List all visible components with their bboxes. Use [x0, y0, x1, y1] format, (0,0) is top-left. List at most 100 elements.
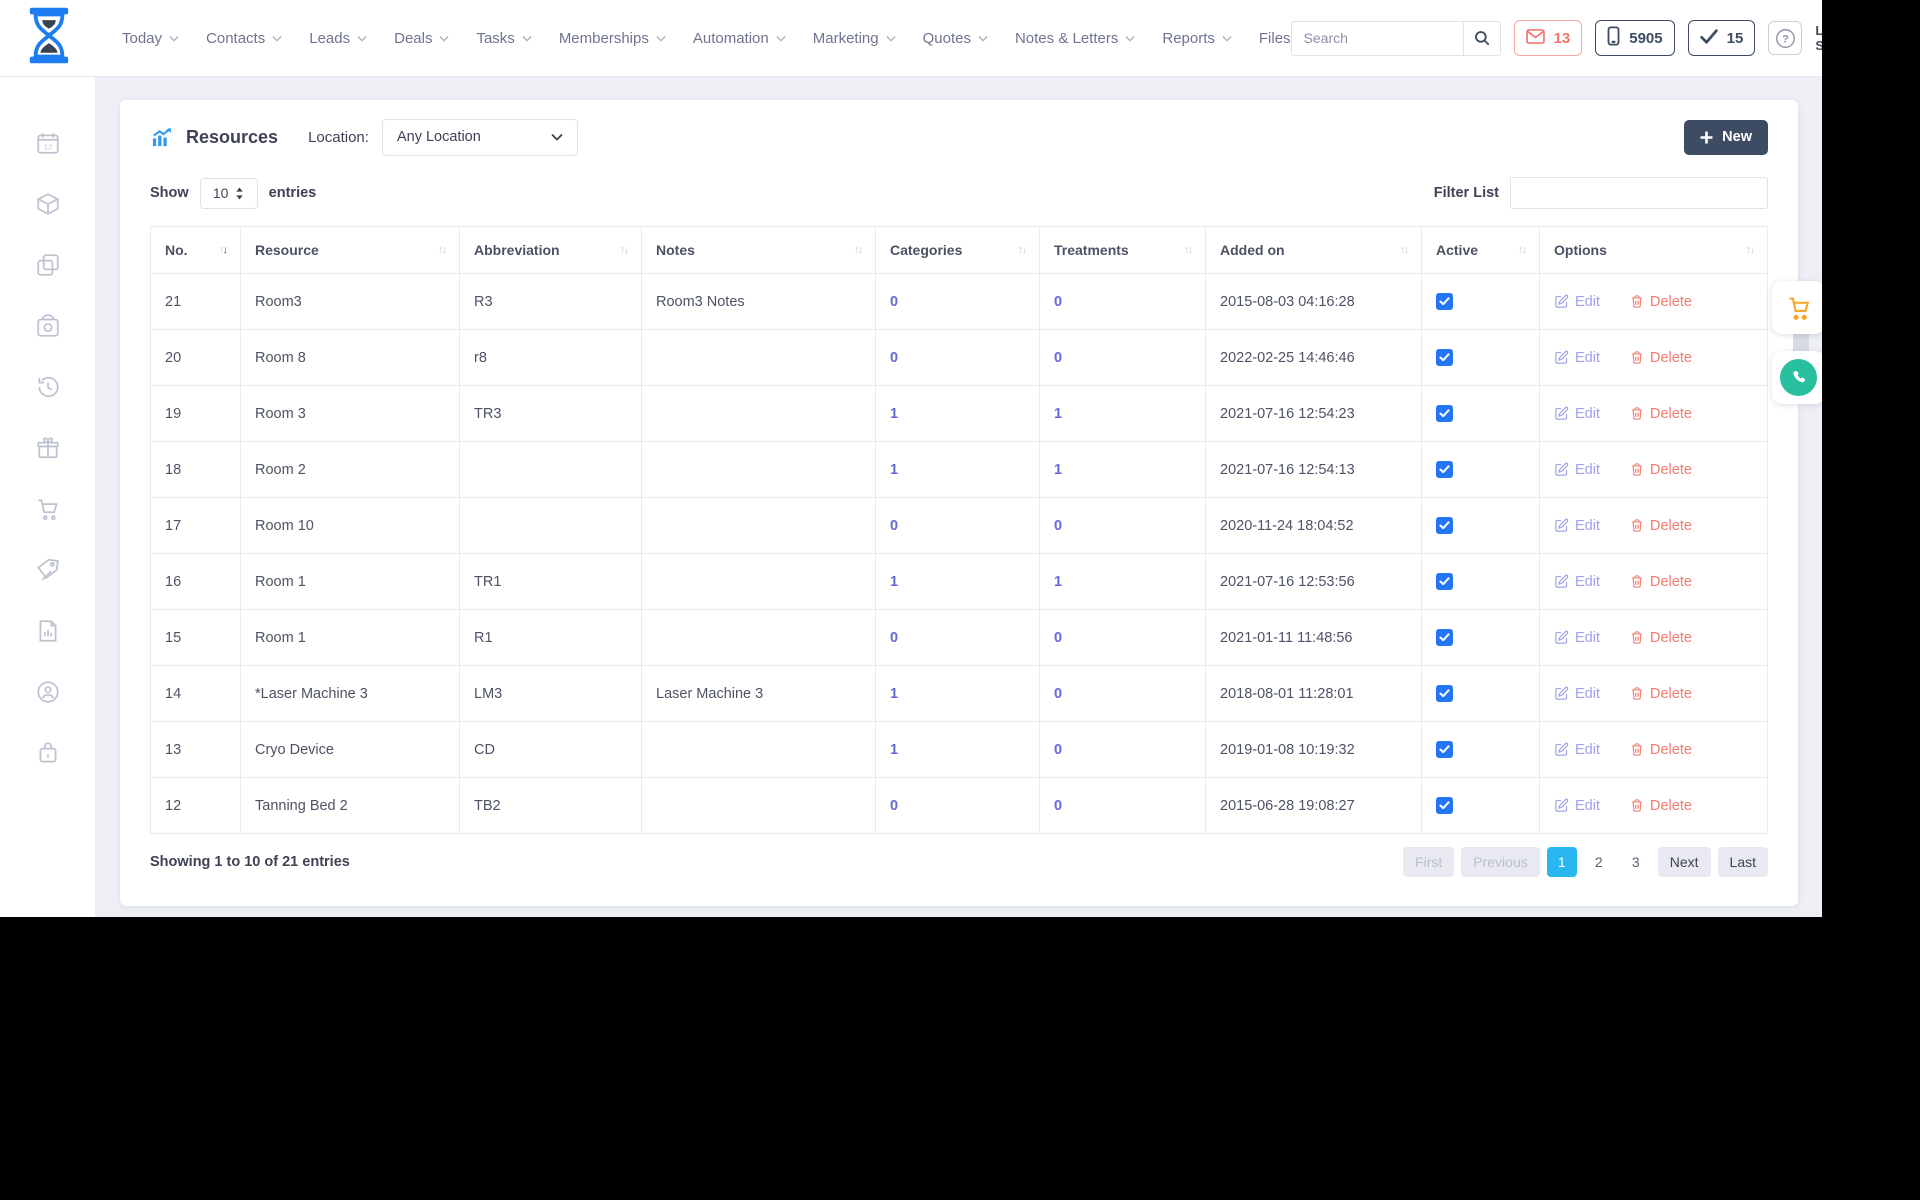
active-checkbox[interactable]: [1436, 629, 1453, 646]
search-input[interactable]: [1290, 20, 1463, 56]
pagination-last[interactable]: Last: [1717, 847, 1768, 877]
column-header-no-[interactable]: No. ↑↓: [150, 226, 241, 274]
delete-link[interactable]: Delete: [1630, 686, 1692, 702]
booking-camera-icon[interactable]: [35, 313, 61, 339]
treatments-count-link[interactable]: 0: [1054, 798, 1062, 814]
pagination-first[interactable]: First: [1403, 847, 1455, 877]
categories-count-link[interactable]: 0: [890, 518, 898, 534]
categories-count-link[interactable]: 1: [890, 686, 898, 702]
floating-whatsapp-button[interactable]: [1772, 351, 1822, 404]
edit-link[interactable]: Edit: [1554, 462, 1600, 478]
categories-count-link[interactable]: 0: [890, 294, 898, 310]
active-checkbox[interactable]: [1436, 517, 1453, 534]
active-checkbox[interactable]: [1436, 405, 1453, 422]
tasks-badge[interactable]: 15: [1687, 20, 1756, 56]
app-logo-hourglass-icon[interactable]: [26, 7, 72, 69]
floating-cart-button[interactable]: [1772, 281, 1822, 334]
active-checkbox[interactable]: [1436, 293, 1453, 310]
treatments-count-link[interactable]: 0: [1054, 350, 1062, 366]
delete-link[interactable]: Delete: [1630, 742, 1692, 758]
delete-link[interactable]: Delete: [1630, 630, 1692, 646]
categories-count-link[interactable]: 1: [890, 462, 898, 478]
lockbox-icon[interactable]: [35, 740, 61, 766]
edit-link[interactable]: Edit: [1554, 350, 1600, 366]
delete-link[interactable]: Delete: [1630, 350, 1692, 366]
active-checkbox[interactable]: [1436, 573, 1453, 590]
location-select[interactable]: Any Location: [381, 118, 578, 156]
nav-item-tasks[interactable]: Tasks: [476, 30, 532, 47]
filter-input[interactable]: [1510, 177, 1768, 209]
cube-icon[interactable]: [35, 191, 61, 217]
history-icon[interactable]: [35, 374, 61, 400]
nav-item-notes-letters[interactable]: Notes & Letters: [1015, 30, 1136, 47]
treatments-count-link[interactable]: 0: [1054, 630, 1062, 646]
active-checkbox[interactable]: [1436, 685, 1453, 702]
nav-item-reports[interactable]: Reports: [1162, 30, 1232, 47]
edit-link[interactable]: Edit: [1554, 630, 1600, 646]
delete-link[interactable]: Delete: [1630, 294, 1692, 310]
treatments-count-link[interactable]: 0: [1054, 742, 1062, 758]
nav-item-automation[interactable]: Automation: [693, 30, 786, 47]
column-header-notes[interactable]: Notes ↑↓: [641, 226, 876, 274]
new-button[interactable]: New: [1684, 119, 1768, 155]
edit-link[interactable]: Edit: [1554, 406, 1600, 422]
categories-count-link[interactable]: 1: [890, 574, 898, 590]
pagination-previous[interactable]: Previous: [1461, 847, 1540, 877]
delete-link[interactable]: Delete: [1630, 574, 1692, 590]
pagination-page-3[interactable]: 3: [1621, 847, 1651, 877]
gift-icon[interactable]: [35, 435, 61, 461]
nav-item-deals[interactable]: Deals: [394, 30, 450, 47]
treatments-count-link[interactable]: 0: [1054, 518, 1062, 534]
categories-count-link[interactable]: 0: [890, 630, 898, 646]
calendar-icon[interactable]: 12: [35, 130, 61, 156]
active-checkbox[interactable]: [1436, 461, 1453, 478]
treatments-count-link[interactable]: 0: [1054, 294, 1062, 310]
edit-link[interactable]: Edit: [1554, 686, 1600, 702]
cart-icon[interactable]: [35, 496, 61, 522]
help-button[interactable]: ?: [1768, 21, 1803, 55]
edit-link[interactable]: Edit: [1554, 742, 1600, 758]
nav-item-memberships[interactable]: Memberships: [559, 30, 666, 47]
edit-link[interactable]: Edit: [1554, 294, 1600, 310]
column-header-abbreviation[interactable]: Abbreviation ↑↓: [459, 226, 642, 274]
treatments-count-link[interactable]: 1: [1054, 406, 1062, 422]
column-header-options[interactable]: Options ↑↓: [1539, 226, 1768, 274]
delete-link[interactable]: Delete: [1630, 462, 1692, 478]
edit-link[interactable]: Edit: [1554, 574, 1600, 590]
tags-icon[interactable]: [35, 557, 61, 583]
email-badge[interactable]: 13: [1513, 20, 1583, 56]
support-user-icon[interactable]: [35, 679, 61, 705]
delete-link[interactable]: Delete: [1630, 406, 1692, 422]
edit-link[interactable]: Edit: [1554, 798, 1600, 814]
categories-count-link[interactable]: 1: [890, 406, 898, 422]
pagination-page-2[interactable]: 2: [1584, 847, 1614, 877]
delete-link[interactable]: Delete: [1630, 518, 1692, 534]
nav-item-contacts[interactable]: Contacts: [206, 30, 282, 47]
nav-item-marketing[interactable]: Marketing: [813, 30, 896, 47]
nav-item-today[interactable]: Today: [122, 30, 179, 47]
categories-count-link[interactable]: 0: [890, 798, 898, 814]
categories-count-link[interactable]: 1: [890, 742, 898, 758]
delete-link[interactable]: Delete: [1630, 798, 1692, 814]
treatments-count-link[interactable]: 0: [1054, 686, 1062, 702]
search-button[interactable]: [1462, 20, 1501, 56]
phone-badge[interactable]: 5905: [1595, 20, 1675, 56]
categories-count-link[interactable]: 0: [890, 350, 898, 366]
active-checkbox[interactable]: [1436, 741, 1453, 758]
pagination-next[interactable]: Next: [1657, 847, 1711, 877]
column-header-categories[interactable]: Categories ↑↓: [875, 226, 1040, 274]
treatments-count-link[interactable]: 1: [1054, 574, 1062, 590]
page-length-select[interactable]: 10: [199, 177, 258, 209]
active-checkbox[interactable]: [1436, 797, 1453, 814]
edit-link[interactable]: Edit: [1554, 518, 1600, 534]
treatments-count-link[interactable]: 1: [1054, 462, 1062, 478]
column-header-resource[interactable]: Resource ↑↓: [240, 226, 460, 274]
column-header-active[interactable]: Active ↑↓: [1421, 226, 1540, 274]
report-chart-icon[interactable]: [35, 618, 61, 644]
active-checkbox[interactable]: [1436, 349, 1453, 366]
nav-item-quotes[interactable]: Quotes: [923, 30, 988, 47]
column-header-treatments[interactable]: Treatments ↑↓: [1039, 226, 1206, 274]
nav-item-leads[interactable]: Leads: [309, 30, 367, 47]
copy-icon[interactable]: [35, 252, 61, 278]
nav-item-files[interactable]: Files: [1259, 30, 1291, 47]
